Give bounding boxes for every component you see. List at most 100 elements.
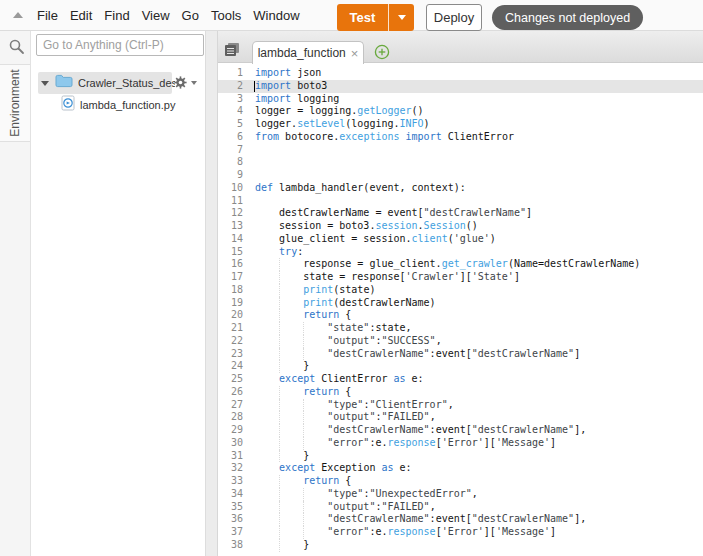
line-number[interactable]: 3 (218, 93, 243, 106)
line-number[interactable]: 33 (218, 475, 243, 488)
code-line[interactable]: 7 (218, 144, 703, 157)
code-line[interactable]: 4logger = logging.getLogger() (218, 105, 703, 118)
code-line[interactable]: 24 } (218, 360, 703, 373)
code-line[interactable]: 31 } (218, 450, 703, 463)
line-number[interactable]: 13 (218, 220, 243, 233)
code-line[interactable]: 9 (218, 169, 703, 182)
line-number[interactable]: 34 (218, 488, 243, 501)
code-line[interactable]: 28 "output":"FAILED", (218, 411, 703, 424)
line-number[interactable]: 17 (218, 271, 243, 284)
line-number[interactable]: 14 (218, 233, 243, 246)
menu-edit[interactable]: Edit (64, 5, 98, 26)
line-number[interactable]: 37 (218, 526, 243, 539)
menu-view[interactable]: View (136, 5, 176, 26)
menu-find[interactable]: Find (98, 5, 135, 26)
code-line[interactable]: 6from botocore.exceptions import ClientE… (218, 131, 703, 144)
tab-lambda-function[interactable]: lambda_function × (252, 41, 364, 64)
line-number[interactable]: 30 (218, 437, 243, 450)
code-line[interactable]: 2import boto3 (218, 80, 703, 93)
code-line[interactable]: 36 "destCrawlerName":event["destCrawlerN… (218, 513, 703, 526)
line-number[interactable]: 21 (218, 322, 243, 335)
line-number[interactable]: 19 (218, 297, 243, 310)
line-number[interactable]: 20 (218, 309, 243, 322)
menu-file[interactable]: File (31, 5, 64, 26)
line-number[interactable]: 29 (218, 424, 243, 437)
code-line[interactable]: 37 "error":e.response['Error']['Message'… (218, 526, 703, 539)
menu-tools[interactable]: Tools (205, 5, 247, 26)
code-line[interactable]: 10def lambda_handler(event, context): (218, 182, 703, 195)
code-line[interactable]: 19 print(destCrawlerName) (218, 297, 703, 310)
code-line[interactable]: 26 return { (218, 386, 703, 399)
code-line[interactable]: 12 destCrawlerName = event["destCrawlerN… (218, 207, 703, 220)
code-line[interactable]: 17 state = response['Crawler']['State'] (218, 271, 703, 284)
menu-go[interactable]: Go (176, 5, 205, 26)
code-line[interactable]: 33 return { (218, 475, 703, 488)
deploy-button[interactable]: Deploy (426, 4, 482, 31)
code-line[interactable]: 21 "state":state, (218, 322, 703, 335)
line-number[interactable]: 38 (218, 539, 243, 552)
line-number[interactable]: 16 (218, 258, 243, 271)
menu-window[interactable]: Window (247, 5, 305, 26)
code-line[interactable]: 18 print(state) (218, 284, 703, 297)
tree-settings-button[interactable] (173, 75, 197, 90)
line-number[interactable]: 11 (218, 195, 243, 208)
code-editor[interactable]: 1import json2import boto33import logging… (218, 63, 703, 556)
folder-disclosure-icon[interactable] (41, 81, 49, 86)
line-number[interactable]: 32 (218, 462, 243, 475)
code-line[interactable]: 32 except Exception as e: (218, 462, 703, 475)
tree-folder-row[interactable]: Crawler_Status_des (32, 72, 205, 94)
tree-file-row[interactable]: lambda_function.py (32, 94, 205, 116)
code-line[interactable]: 27 "type":"ClientError", (218, 399, 703, 412)
line-number[interactable]: 5 (218, 118, 243, 131)
test-button-label[interactable]: Test (337, 4, 388, 31)
line-number[interactable]: 24 (218, 360, 243, 373)
goto-anything-input[interactable] (36, 34, 204, 56)
line-number[interactable]: 18 (218, 284, 243, 297)
code-line[interactable]: 20 return { (218, 309, 703, 322)
line-number[interactable]: 36 (218, 513, 243, 526)
line-number[interactable]: 25 (218, 373, 243, 386)
test-button[interactable]: Test (337, 4, 414, 31)
code-line[interactable]: 22 "output":"SUCCESS", (218, 335, 703, 348)
line-number[interactable]: 2 (218, 80, 243, 93)
line-number[interactable]: 7 (218, 144, 243, 157)
code-line[interactable]: 14 glue_client = session.client('glue') (218, 233, 703, 246)
code-line[interactable]: 8 (218, 156, 703, 169)
code-line[interactable]: 11 (218, 195, 703, 208)
tab-close-icon[interactable]: × (351, 47, 359, 60)
code-line[interactable]: 35 "output":"FAILED", (218, 501, 703, 514)
code-line[interactable]: 3import logging (218, 93, 703, 106)
line-number[interactable]: 6 (218, 131, 243, 144)
line-number[interactable]: 23 (218, 348, 243, 361)
line-number[interactable]: 27 (218, 399, 243, 412)
code-line[interactable]: 15 try: (218, 246, 703, 259)
line-number[interactable]: 4 (218, 105, 243, 118)
code-line[interactable]: 38 } (218, 539, 703, 552)
line-number[interactable]: 35 (218, 501, 243, 514)
line-number[interactable]: 26 (218, 386, 243, 399)
code-line[interactable]: 16 response = glue_client.get_crawler(Na… (218, 258, 703, 271)
code-line[interactable]: 30 "error":e.response['Error']['Message'… (218, 437, 703, 450)
test-dropdown-button[interactable] (389, 4, 414, 31)
environment-panel-tab[interactable]: Environment (0, 64, 30, 142)
line-number[interactable]: 28 (218, 411, 243, 424)
panel-splitter[interactable] (205, 31, 218, 556)
collapse-menubar-icon[interactable] (13, 12, 23, 18)
code-line[interactable]: 23 "destCrawlerName":event["destCrawlerN… (218, 348, 703, 361)
code-line[interactable]: 34 "type":"UnexpectedError", (218, 488, 703, 501)
line-number[interactable]: 10 (218, 182, 243, 195)
code-line[interactable]: 25 except ClientError as e: (218, 373, 703, 386)
code-line[interactable]: 13 session = boto3.session.Session() (218, 220, 703, 233)
line-number[interactable]: 8 (218, 156, 243, 169)
line-number[interactable]: 12 (218, 207, 243, 220)
line-number[interactable]: 15 (218, 246, 243, 259)
line-number[interactable]: 1 (218, 67, 243, 80)
tab-list-icon[interactable] (224, 42, 240, 61)
new-tab-button[interactable] (374, 44, 390, 64)
code-line[interactable]: 5logger.setLevel(logging.INFO) (218, 118, 703, 131)
line-number[interactable]: 22 (218, 335, 243, 348)
line-number[interactable]: 9 (218, 169, 243, 182)
search-icon[interactable] (8, 38, 25, 59)
line-number[interactable]: 31 (218, 450, 243, 463)
code-line[interactable]: 29 "destCrawlerName":event["destCrawlerN… (218, 424, 703, 437)
